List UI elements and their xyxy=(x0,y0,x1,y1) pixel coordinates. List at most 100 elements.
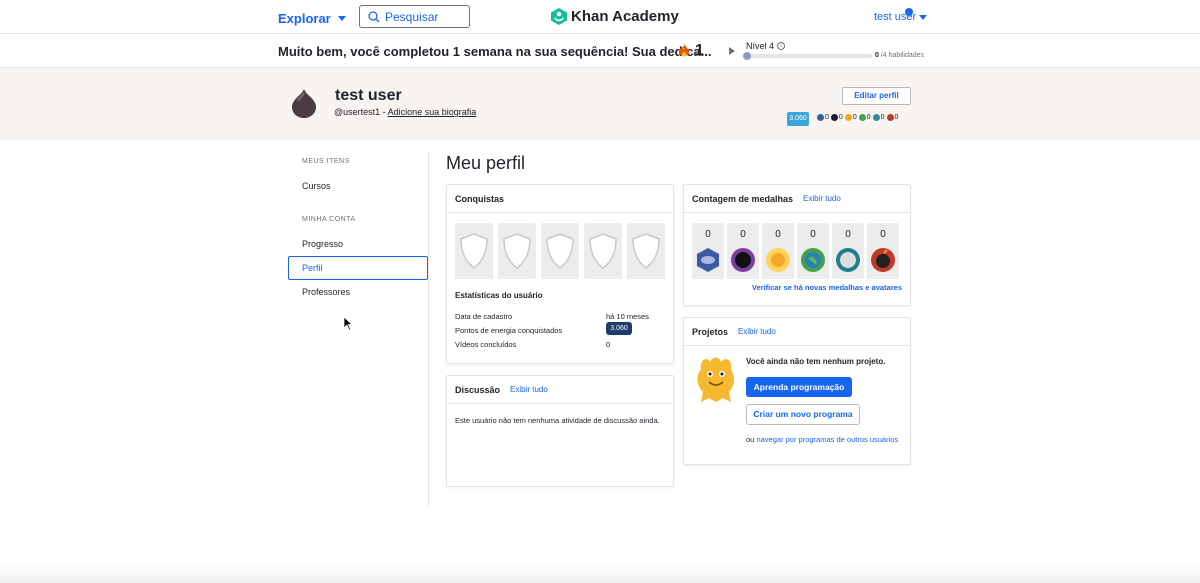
search-label: Pesquisar xyxy=(385,9,439,24)
sidebar-section-my-account: MINHA CONTA xyxy=(302,216,356,223)
achievement-shield-icon[interactable] xyxy=(455,223,493,279)
badge-count: 0 xyxy=(872,114,885,121)
level-label: Nível 4 i xyxy=(746,41,786,51)
badge-summary: 0 0 0 0 0 0 xyxy=(817,114,898,121)
flame-icon xyxy=(678,43,690,57)
badge-count: 0 xyxy=(858,114,871,121)
projects-view-all-link[interactable]: Exibir tudo xyxy=(738,327,776,336)
energy-points-badge: 3.060 xyxy=(787,112,809,126)
badge-count-value: 0 xyxy=(838,114,843,121)
medal-count: 0 xyxy=(845,229,851,240)
achievement-shield-icon[interactable] xyxy=(541,223,579,279)
medal-tile[interactable]: 0 xyxy=(867,223,899,279)
browse-programs-link[interactable]: navegar por programas de outros usuários xyxy=(756,435,898,444)
medals-header: Contagem de medalhas Exibir tudo xyxy=(684,185,910,213)
badge-dot-icon xyxy=(886,114,894,121)
achievements-header: Conquistas xyxy=(447,185,673,213)
brand-name: Khan Academy xyxy=(571,8,679,25)
edit-profile-button[interactable]: Editar perfil xyxy=(842,87,911,105)
badge-dot-icon xyxy=(817,114,824,121)
profile-header xyxy=(0,68,1200,140)
streak-count: 1 xyxy=(695,42,704,59)
stat-label: Data de cadastro xyxy=(455,312,513,321)
badge-count-value: 0 xyxy=(825,114,829,121)
achievement-shield-icon[interactable] xyxy=(584,223,622,279)
meteorite-badge-icon xyxy=(697,248,719,272)
top-nav: Explorar Pesquisar Khan Academy test use… xyxy=(0,0,1200,34)
discussion-title: Discussão xyxy=(455,384,501,395)
create-program-button[interactable]: Criar um novo programa xyxy=(746,404,860,425)
page-bottom-fade xyxy=(0,563,1200,583)
level-text: Nível 4 xyxy=(746,41,775,51)
profile-handle-line: @usertest1 - Adicione sua biografia xyxy=(334,107,476,117)
stat-value: 0 xyxy=(606,340,611,349)
medal-tile[interactable]: 0 xyxy=(692,223,724,279)
discussion-view-all-link[interactable]: Exibir tudo xyxy=(510,385,548,394)
search-button[interactable]: Pesquisar xyxy=(359,5,470,28)
info-icon[interactable]: i xyxy=(777,42,786,50)
streak-message: Muito bem, você completou 1 semana na su… xyxy=(278,44,712,59)
verify-badges-link[interactable]: Verificar se há novas medalhas e avatare… xyxy=(752,283,902,292)
stat-label: Pontos de energia conquistados xyxy=(455,326,563,335)
medal-count: 0 xyxy=(705,229,711,240)
sidebar-item-courses[interactable]: Cursos xyxy=(302,181,331,191)
badge-count: 0 xyxy=(844,114,857,121)
achievement-shield-icon[interactable] xyxy=(627,223,665,279)
streak-banner: Muito bem, você completou 1 semana na su… xyxy=(0,34,1200,68)
achievements-title: Conquistas xyxy=(455,193,505,204)
sidebar-item-teachers[interactable]: Professores xyxy=(302,287,350,297)
chevron-down-icon xyxy=(337,16,346,21)
sidebar-item-progress[interactable]: Progresso xyxy=(302,239,343,249)
medals-title: Contagem de medalhas xyxy=(692,193,794,204)
profile-handle: @usertest1 xyxy=(334,107,381,117)
moon-badge-icon xyxy=(731,248,755,272)
sidebar-item-profile[interactable]: Perfil xyxy=(302,263,323,273)
medal-count: 0 xyxy=(810,229,816,240)
add-bio-link[interactable]: Adicione sua biografia xyxy=(388,107,477,117)
medal-tile[interactable]: 0 xyxy=(727,223,759,279)
medal-list: 0 0 0 0 0 0 xyxy=(692,223,899,279)
sidebar-section-my-items: MEUS ITENS xyxy=(302,158,350,165)
stat-value: há 10 meses xyxy=(606,312,649,321)
skills-done: 0 xyxy=(875,52,879,59)
browse-or-text: ou xyxy=(746,435,757,444)
search-icon xyxy=(368,10,380,22)
mouse-cursor-icon xyxy=(343,316,353,331)
discussion-header: Discussão Exibir tudo xyxy=(447,376,673,404)
avatar[interactable] xyxy=(288,87,320,119)
badge-count-value: 0 xyxy=(880,114,885,121)
badge-count: 0 xyxy=(830,114,843,121)
badge-count: 0 xyxy=(817,114,829,121)
profile-name: test user xyxy=(335,87,402,104)
medal-count: 0 xyxy=(880,229,886,240)
challenge-patch-icon xyxy=(871,248,895,272)
explore-label: Explorar xyxy=(278,11,331,26)
medal-count: 0 xyxy=(775,229,781,240)
handle-separator: - xyxy=(380,107,388,117)
badge-dot-icon xyxy=(844,114,852,121)
badge-count-value: 0 xyxy=(894,114,899,121)
user-menu[interactable]: test user xyxy=(874,8,928,23)
sidebar-divider xyxy=(428,152,429,507)
achievements-card: Conquistas Estatísticas do usuário Data … xyxy=(446,184,674,364)
explore-menu[interactable]: Explorar xyxy=(278,11,346,26)
chevron-down-icon xyxy=(919,14,928,20)
skills-count: 0 /4 habilidades xyxy=(875,52,924,59)
medal-count: 0 xyxy=(740,229,746,240)
play-icon[interactable] xyxy=(729,47,735,55)
medals-view-all-link[interactable]: Exibir tudo xyxy=(803,194,841,203)
learn-programming-button[interactable]: Aprenda programação xyxy=(746,377,852,397)
achievement-shield-icon[interactable] xyxy=(498,223,536,279)
medal-tile[interactable]: 0 xyxy=(762,223,794,279)
badge-count-value: 0 xyxy=(866,114,871,121)
earth-badge-icon xyxy=(801,248,825,272)
stat-label: Vídeos concluídos xyxy=(455,340,517,349)
browse-programs-line: ou navegar por programas de outros usuár… xyxy=(746,435,898,444)
projects-header: Projetos Exibir tudo xyxy=(684,318,910,346)
badge-dot-icon xyxy=(858,114,866,121)
brand-logo[interactable]: Khan Academy xyxy=(551,8,679,25)
level-progress-knob xyxy=(743,52,751,60)
stat-value-points: 3.060 xyxy=(606,322,632,335)
medal-tile[interactable]: 0 xyxy=(832,223,864,279)
medal-tile[interactable]: 0 xyxy=(797,223,829,279)
